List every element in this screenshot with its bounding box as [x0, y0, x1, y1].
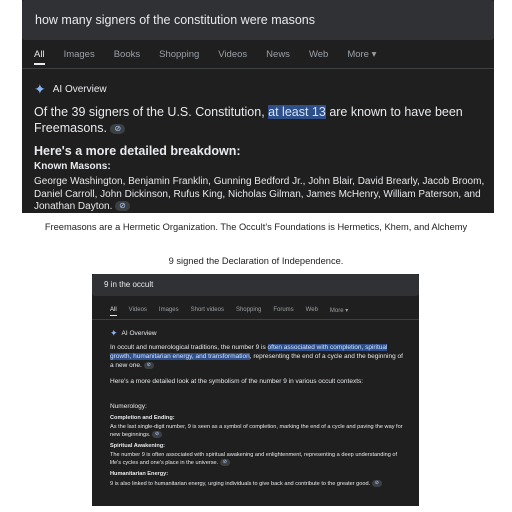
item-body-spiritual: The number 9 is often associated with sp…	[110, 452, 408, 468]
link-icon[interactable]: ⊘	[115, 201, 130, 212]
tab-images[interactable]: Images	[159, 307, 179, 316]
breakdown-heading: Here's a more detailed breakdown:	[34, 144, 241, 158]
link-icon[interactable]: ⊘	[219, 459, 230, 467]
ai-overview-label: AI Overview	[121, 330, 157, 337]
known-masons-list: George Washington, Benjamin Franklin, Gu…	[34, 176, 489, 213]
tab-books[interactable]: Books	[114, 49, 140, 65]
search-screenshot-occult: 9 in the occult All Videos Images Short …	[92, 274, 419, 506]
ai-overview-answer: Of the 39 signers of the U.S. Constituti…	[34, 104, 489, 136]
tab-images[interactable]: Images	[64, 49, 95, 65]
known-masons-label: Known Masons:	[34, 161, 111, 172]
item-body-text: The number 9 is often associated with sp…	[110, 452, 398, 467]
search-bar[interactable]: 9 in the occult	[92, 274, 419, 296]
sparkle-icon: ✦	[34, 81, 46, 97]
tab-web[interactable]: Web	[306, 307, 318, 316]
link-icon[interactable]: ⊘	[152, 431, 163, 439]
tab-more[interactable]: More ▾	[347, 49, 376, 65]
link-icon[interactable]: ⊘	[110, 123, 126, 134]
tab-all[interactable]: All	[34, 49, 45, 65]
ai-overview-header: ✦ AI Overview	[34, 81, 107, 98]
search-bar[interactable]: how many signers of the constitution wer…	[22, 0, 494, 40]
item-body-text: 9 is also linked to humanitarian energy,…	[110, 480, 371, 487]
answer-text: In occult and numerological traditions, …	[110, 344, 268, 351]
tab-shopping[interactable]: Shopping	[159, 49, 199, 65]
ai-overview-label: AI Overview	[52, 84, 107, 95]
link-icon[interactable]: ⊘	[371, 480, 382, 487]
caption-declaration: 9 signed the Declaration of Independence…	[168, 256, 344, 266]
names-text: George Washington, Benjamin Franklin, Gu…	[34, 176, 485, 212]
tab-videos[interactable]: Videos	[129, 307, 147, 316]
tab-videos[interactable]: Videos	[218, 49, 247, 65]
tabs-divider	[92, 319, 419, 320]
link-icon[interactable]: ⊘	[143, 361, 154, 369]
tab-short-videos[interactable]: Short videos	[191, 307, 224, 316]
item-heading-completion: Completion and Ending:	[110, 415, 175, 421]
search-tabs: All Images Books Shopping Videos News We…	[34, 49, 376, 65]
tab-all[interactable]: All	[110, 307, 117, 316]
ai-overview-answer: In occult and numerological traditions, …	[110, 344, 408, 371]
item-heading-humanitarian: Humanitarian Energy:	[110, 471, 169, 477]
ai-overview-header: ✦ AI Overview	[110, 328, 157, 339]
tab-forums[interactable]: Forums	[273, 307, 293, 316]
item-heading-spiritual: Spiritual Awakening:	[110, 443, 166, 449]
search-screenshot-masons: how many signers of the constitution wer…	[22, 0, 494, 213]
tabs-divider	[22, 68, 494, 69]
sparkle-icon: ✦	[110, 328, 118, 338]
numerology-label: Numerology:	[110, 403, 147, 410]
search-query[interactable]: 9 in the occult	[104, 280, 153, 289]
tab-web[interactable]: Web	[309, 49, 328, 65]
caption-hermetic: Freemasons are a Hermetic Organization. …	[44, 222, 468, 232]
search-tabs: All Videos Images Short videos Shopping …	[110, 307, 348, 316]
answer-highlight: at least 13	[268, 105, 326, 119]
search-query[interactable]: how many signers of the constitution wer…	[35, 13, 315, 27]
tab-more[interactable]: More ▾	[330, 307, 348, 316]
item-body-completion: As the last single-digit number, 9 is se…	[110, 424, 408, 440]
tab-shopping[interactable]: Shopping	[236, 307, 261, 316]
item-body-humanitarian: 9 is also linked to humanitarian energy,…	[110, 480, 408, 488]
more-detail-text: Here's a more detailed look at the symbo…	[110, 378, 364, 385]
tab-news[interactable]: News	[266, 49, 290, 65]
answer-text: Of the 39 signers of the U.S. Constituti…	[34, 105, 269, 119]
